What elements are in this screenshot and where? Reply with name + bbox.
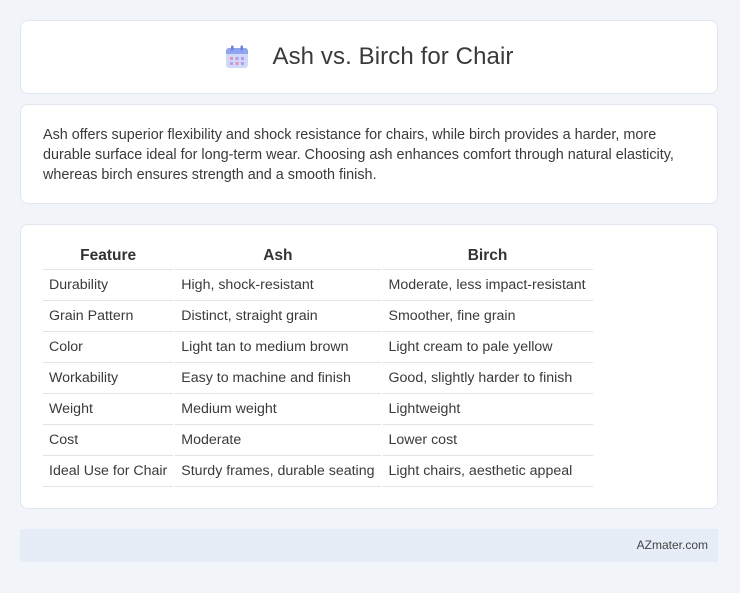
table-row: Cost Moderate Lower cost [43,425,593,456]
title-card: Ash vs. Birch for Chair [20,20,718,94]
cell-feature: Weight [43,394,174,425]
cell-birch: Moderate, less impact-resistant [382,270,593,301]
table-row: Weight Medium weight Lightweight [43,394,593,425]
cell-ash: Distinct, straight grain [175,301,381,332]
cell-ash: Moderate [175,425,381,456]
cell-birch: Light cream to pale yellow [382,332,593,363]
summary-text: Ash offers superior flexibility and shoc… [43,127,674,183]
comparison-card: Feature Ash Birch Durability High, shock… [20,224,718,509]
calendar-icon [226,45,249,68]
footer-site-link[interactable]: AZmater.com [637,538,708,552]
header-ash: Ash [175,243,381,270]
cell-ash: Medium weight [175,394,381,425]
table-row: Ideal Use for Chair Sturdy frames, durab… [43,456,593,487]
header-feature: Feature [43,243,174,270]
cell-birch: Lower cost [382,425,593,456]
table-row: Durability High, shock-resistant Moderat… [43,270,593,301]
cell-birch: Lightweight [382,394,593,425]
cell-feature: Durability [43,270,174,301]
cell-feature: Grain Pattern [43,301,174,332]
cell-feature: Color [43,332,174,363]
cell-ash: Light tan to medium brown [175,332,381,363]
table-header-row: Feature Ash Birch [43,243,593,270]
cell-birch: Smoother, fine grain [382,301,593,332]
cell-birch: Light chairs, aesthetic appeal [382,456,593,487]
cell-ash: Easy to machine and finish [175,363,381,394]
comparison-table: Feature Ash Birch Durability High, shock… [41,243,595,487]
cell-feature: Workability [43,363,174,394]
page-title: Ash vs. Birch for Chair [272,43,514,70]
cell-feature: Ideal Use for Chair [43,456,174,487]
table-row: Workability Easy to machine and finish G… [43,363,593,394]
cell-ash: High, shock-resistant [175,270,381,301]
cell-feature: Cost [43,425,174,456]
table-row: Grain Pattern Distinct, straight grain S… [43,301,593,332]
footer-bar: AZmater.com [20,529,718,562]
cell-birch: Good, slightly harder to finish [382,363,593,394]
table-row: Color Light tan to medium brown Light cr… [43,332,593,363]
cell-ash: Sturdy frames, durable seating [175,456,381,487]
header-birch: Birch [382,243,593,270]
summary-card: Ash offers superior flexibility and shoc… [20,104,718,204]
